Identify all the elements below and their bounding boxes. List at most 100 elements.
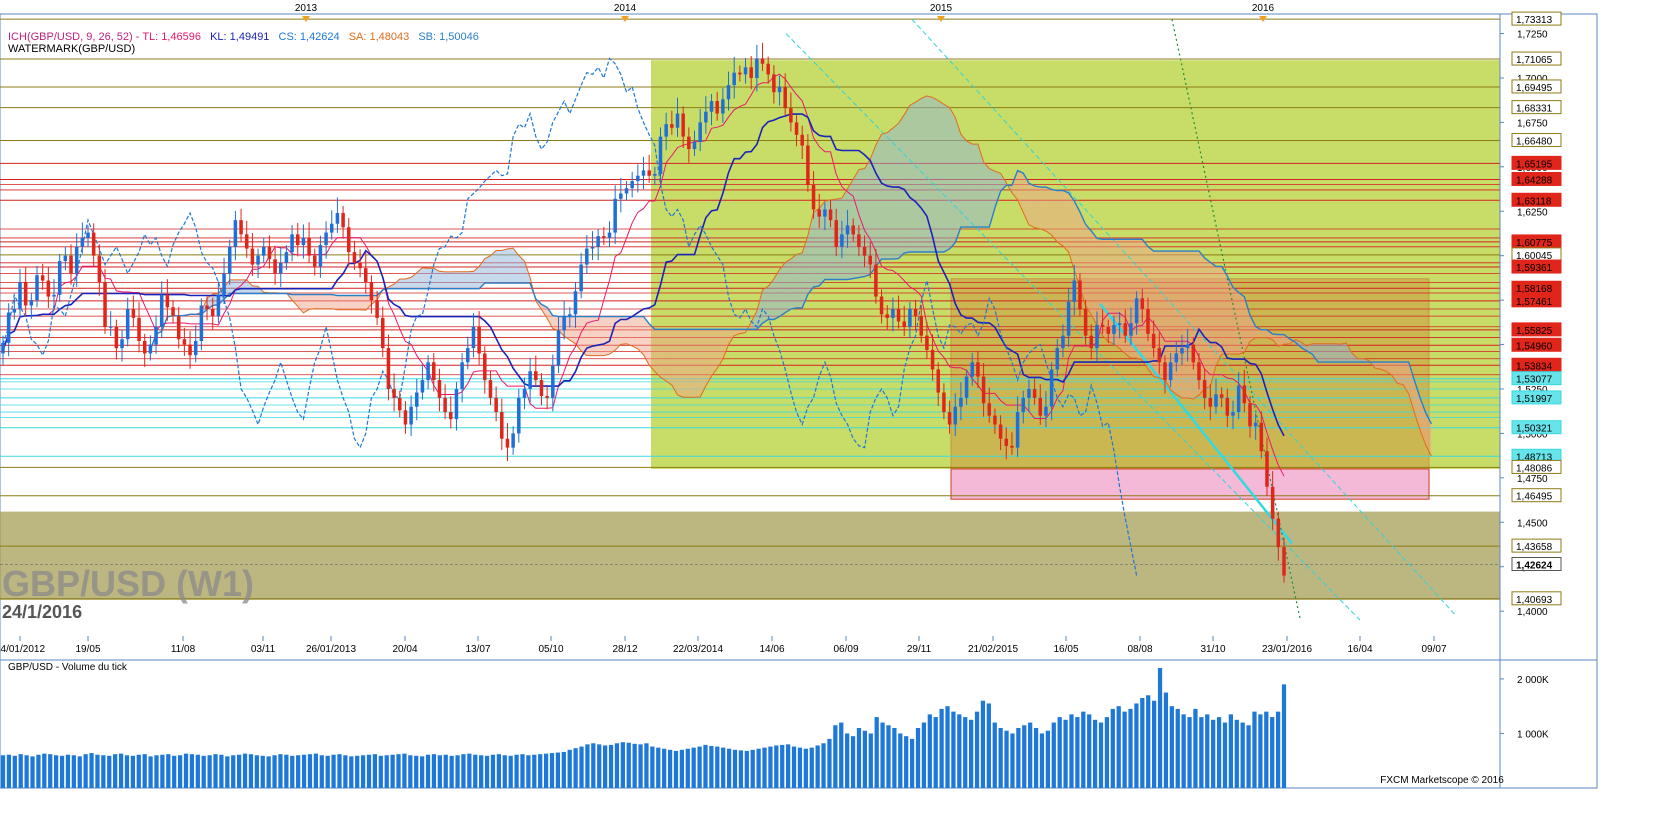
candle-body bbox=[148, 344, 153, 354]
candle-body bbox=[879, 296, 884, 315]
volume-bar bbox=[898, 733, 903, 788]
candle-body bbox=[460, 362, 464, 389]
candle-body bbox=[1231, 412, 1235, 416]
senkou-b-value: SB: 1,50046 bbox=[418, 31, 479, 43]
candle-body bbox=[1112, 325, 1116, 334]
volume-bar bbox=[101, 755, 106, 788]
price-label: 1,46495 bbox=[1516, 492, 1553, 503]
volume-bar bbox=[1157, 668, 1163, 788]
volume-bar bbox=[260, 755, 265, 788]
candle-body bbox=[227, 246, 232, 274]
cloud-segment bbox=[1238, 292, 1245, 355]
tenkan-value: TL: 1,46596 bbox=[142, 31, 201, 43]
volume-bar bbox=[750, 749, 755, 788]
candle-body bbox=[137, 317, 141, 341]
candle-body bbox=[471, 326, 476, 349]
volume-bar bbox=[921, 722, 927, 788]
volume-bar bbox=[1069, 714, 1074, 788]
volume-bar bbox=[998, 728, 1003, 788]
volume-bar bbox=[1187, 717, 1192, 788]
volume-bar bbox=[30, 756, 35, 788]
candle-body bbox=[505, 438, 510, 448]
candle-body bbox=[18, 282, 22, 310]
candle-body bbox=[1270, 486, 1275, 519]
candle-body bbox=[142, 340, 147, 354]
volume-bar bbox=[1045, 730, 1050, 788]
candle-body bbox=[619, 193, 623, 199]
volume-bar bbox=[443, 754, 448, 788]
volume-bar bbox=[585, 744, 590, 788]
cloud-segment bbox=[552, 315, 559, 331]
cloud-segment bbox=[637, 316, 644, 355]
candle-body bbox=[1032, 388, 1037, 398]
time-tick-label: 05/10 bbox=[538, 644, 563, 655]
cloud-segment bbox=[955, 117, 961, 243]
cloud-segment bbox=[439, 271, 446, 289]
volume-bar bbox=[95, 754, 100, 788]
cloud-segment bbox=[813, 208, 820, 287]
volume-bar bbox=[868, 733, 873, 788]
price-tick-label: 1,4500 bbox=[1517, 518, 1548, 529]
candle-body bbox=[46, 280, 51, 297]
volume-bar bbox=[874, 717, 879, 788]
cloud-segment bbox=[569, 316, 576, 344]
price-label: 1,64288 bbox=[1516, 175, 1553, 186]
candle-body bbox=[942, 392, 946, 413]
cloud-segment bbox=[694, 329, 701, 398]
time-tick-label: 14/06 bbox=[759, 644, 784, 655]
price-tick-label: 1,4750 bbox=[1517, 474, 1548, 485]
volume-bar bbox=[189, 754, 195, 788]
candle-body bbox=[687, 136, 691, 150]
price-label: 1,53834 bbox=[1516, 361, 1553, 372]
candle-body bbox=[1021, 397, 1026, 413]
cloud-segment bbox=[1232, 287, 1239, 355]
cloud-segment bbox=[654, 329, 661, 378]
candle-body bbox=[1123, 323, 1128, 336]
time-tick-label: 09/07 bbox=[1421, 644, 1446, 655]
candle-body bbox=[1106, 326, 1111, 334]
price-label: 1,51997 bbox=[1516, 394, 1553, 405]
volume-bar bbox=[1104, 717, 1110, 788]
cloud-segment bbox=[966, 140, 973, 228]
candle-body bbox=[1129, 323, 1133, 336]
candle-body bbox=[23, 282, 28, 306]
volume-bar bbox=[1039, 733, 1045, 788]
candle-body bbox=[783, 86, 787, 109]
cloud-segment bbox=[484, 255, 491, 284]
cloud-segment bbox=[632, 316, 638, 349]
candle-body bbox=[704, 111, 708, 123]
candle-body bbox=[1117, 323, 1122, 325]
time-tick-label: 06/09 bbox=[833, 644, 858, 655]
candle-body bbox=[324, 232, 328, 246]
candle-body bbox=[91, 232, 96, 256]
volume-bar bbox=[803, 748, 808, 788]
candle-body bbox=[1191, 344, 1196, 363]
candle-body bbox=[329, 223, 334, 233]
candle-body bbox=[981, 376, 986, 404]
candle-body bbox=[409, 406, 413, 425]
candle-body bbox=[114, 326, 119, 349]
cloud-segment bbox=[1323, 343, 1330, 363]
watermark-date: 24/1/2016 bbox=[2, 602, 82, 622]
candle-body bbox=[375, 300, 379, 318]
time-tick-label: 19/05 bbox=[75, 644, 100, 655]
candle-body bbox=[828, 209, 833, 221]
volume-bar bbox=[183, 753, 189, 788]
volume-bar bbox=[1087, 714, 1092, 788]
candle-body bbox=[811, 184, 816, 210]
candle-body bbox=[69, 255, 73, 274]
volume-bar bbox=[414, 755, 419, 788]
cloud-segment bbox=[603, 316, 610, 356]
candle-body bbox=[290, 234, 294, 253]
volume-bar bbox=[768, 746, 773, 788]
candle-body bbox=[596, 236, 600, 247]
candle-body bbox=[1259, 422, 1264, 452]
candle-body bbox=[602, 236, 606, 238]
volume-bar bbox=[567, 749, 572, 788]
candle-body bbox=[1202, 380, 1207, 398]
candle-body bbox=[369, 282, 374, 301]
volume-bar bbox=[118, 753, 124, 788]
volume-bar bbox=[1275, 711, 1281, 788]
candle-body bbox=[1066, 301, 1071, 336]
volume-bar bbox=[538, 754, 543, 788]
